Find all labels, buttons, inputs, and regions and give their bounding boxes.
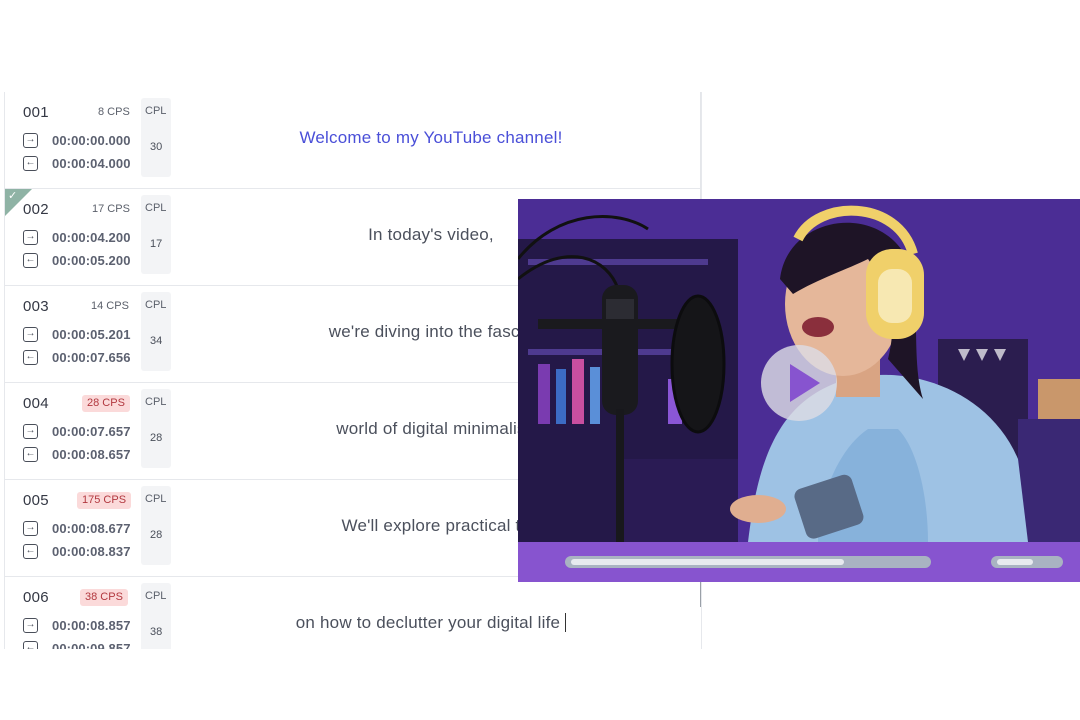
timecode-out-value[interactable]: 00:00:08.837 [52,544,131,559]
cpl-value: 28 [150,529,163,541]
arrow-left-box-icon[interactable]: ← [23,446,38,462]
arrow-right-box-icon[interactable]: → [23,326,38,342]
cpl-value: 34 [150,335,163,347]
cpl-value: 17 [150,238,163,250]
arrow-left-box-icon[interactable]: ← [23,543,38,559]
volume-slider[interactable] [991,556,1063,568]
timecode-out[interactable]: ← 00:00:05.200 [23,252,131,268]
subtitle-text[interactable]: Welcome to my YouTube channel! [181,128,681,148]
timecode-out-value[interactable]: 00:00:04.000 [52,156,131,171]
cpl-label: CPL [145,299,167,311]
cps-badge: 38 CPS [80,589,128,606]
volume-fill [997,559,1033,565]
subtitle-number: 005 [23,492,49,509]
arrow-right-box-icon[interactable]: → [23,423,38,439]
subtitle-number: 006 [23,589,49,606]
arrow-left-box-icon[interactable]: ← [23,640,38,649]
subtitle-text-value[interactable]: In today's video, [368,225,494,244]
timecode-in[interactable]: → 00:00:08.677 [23,520,131,536]
text-caret [565,613,567,632]
cpl-value: 30 [150,141,163,153]
timecode-in-value[interactable]: 00:00:00.000 [52,133,131,148]
timecode-out[interactable]: ← 00:00:08.657 [23,446,131,462]
timecode-in-value[interactable]: 00:00:08.857 [52,618,131,633]
timecode-in[interactable]: → 00:00:08.857 [23,617,131,633]
cps-badge: 8 CPS [98,106,130,118]
video-controls [518,542,1080,582]
timecode-out-value[interactable]: 00:00:05.200 [52,253,131,268]
timecode-in[interactable]: → 00:00:04.200 [23,229,131,245]
arrow-left-box-icon[interactable]: ← [23,349,38,365]
timecode-out-value[interactable]: 00:00:07.656 [52,350,131,365]
cpl-column: CPL 28 [141,389,171,468]
timecode-out[interactable]: ← 00:00:07.656 [23,349,131,365]
cps-badge: 14 CPS [91,300,129,312]
arrow-right-box-icon[interactable]: → [23,132,38,148]
video-player[interactable] [518,199,1080,582]
check-icon: ✓ [8,190,18,202]
timecode-out-value[interactable]: 00:00:08.657 [52,447,131,462]
cpl-label: CPL [145,396,167,408]
timecode-in-value[interactable]: 00:00:05.201 [52,327,131,342]
subtitle-row[interactable]: 006 38 CPS CPL 38 → 00:00:08.857 ← 00:00… [5,577,701,649]
timecode-out[interactable]: ← 00:00:08.837 [23,543,131,559]
cpl-column: CPL 17 [141,195,171,274]
subtitle-text[interactable]: on how to declutter your digital life [181,613,681,633]
subtitle-text-value[interactable]: We'll explore practical t [342,516,521,535]
cpl-column: CPL 28 [141,486,171,565]
arrow-left-box-icon[interactable]: ← [23,252,38,268]
progress-bar[interactable] [565,556,931,568]
cpl-column: CPL 30 [141,98,171,177]
play-button[interactable] [761,345,837,421]
arrow-left-box-icon[interactable]: ← [23,155,38,171]
subtitle-number: 002 [23,201,49,218]
play-icon [790,364,820,402]
cpl-column: CPL 38 [141,583,171,649]
cpl-label: CPL [145,493,167,505]
cpl-column: CPL 34 [141,292,171,371]
cps-badge: 28 CPS [82,395,130,412]
timecode-out[interactable]: ← 00:00:04.000 [23,155,131,171]
timecode-out[interactable]: ← 00:00:09.857 [23,640,131,649]
timecode-in-value[interactable]: 00:00:04.200 [52,230,131,245]
timecode-in[interactable]: → 00:00:00.000 [23,132,131,148]
timecode-in[interactable]: → 00:00:07.657 [23,423,131,439]
timecode-in[interactable]: → 00:00:05.201 [23,326,131,342]
subtitle-row[interactable]: 001 8 CPS CPL 30 → 00:00:00.000 ← 00:00:… [5,92,701,189]
subtitle-number: 003 [23,298,49,315]
subtitle-text-value[interactable]: world of digital minimalis [336,419,525,438]
cpl-value: 28 [150,432,163,444]
subtitle-text-value[interactable]: on how to declutter your digital life [296,613,560,632]
subtitle-text-value[interactable]: we're diving into the fascin [329,322,533,341]
arrow-right-box-icon[interactable]: → [23,617,38,633]
cpl-label: CPL [145,202,167,214]
subtitle-number: 001 [23,104,49,121]
cpl-label: CPL [145,105,167,117]
arrow-right-box-icon[interactable]: → [23,520,38,536]
cpl-value: 38 [150,626,163,638]
cps-badge: 17 CPS [92,203,130,215]
arrow-right-box-icon[interactable]: → [23,229,38,245]
timecode-out-value[interactable]: 00:00:09.857 [52,641,131,650]
cps-badge: 175 CPS [77,492,132,509]
timecode-in-value[interactable]: 00:00:08.677 [52,521,131,536]
timecode-in-value[interactable]: 00:00:07.657 [52,424,131,439]
cpl-label: CPL [145,590,167,602]
subtitle-number: 004 [23,395,49,412]
progress-fill [571,559,844,565]
subtitle-text-value[interactable]: Welcome to my YouTube channel! [299,128,562,147]
